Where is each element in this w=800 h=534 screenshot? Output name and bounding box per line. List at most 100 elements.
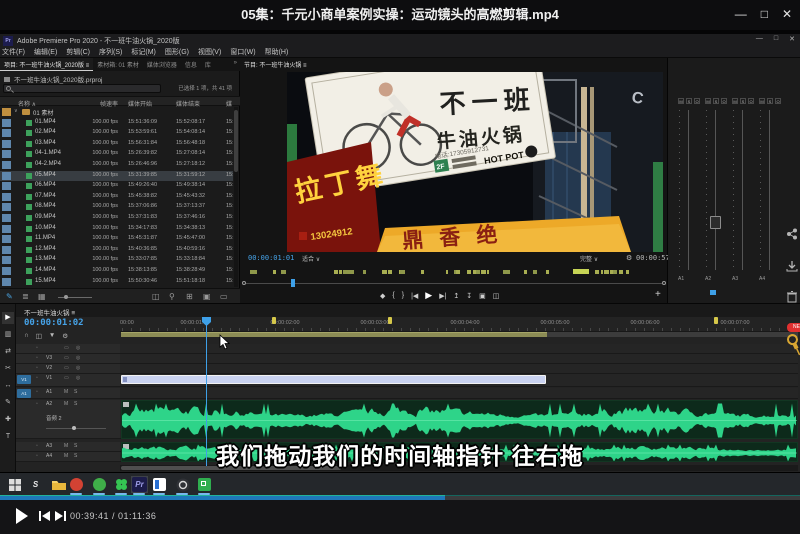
pen-tool[interactable]: ✎: [2, 397, 14, 409]
browser-app[interactable]: [68, 476, 85, 493]
menu-item[interactable]: 序列(S): [99, 47, 122, 58]
list-item[interactable]: 09.MP4100.00 fps15:37:31:8315:37:46:1615…: [0, 213, 233, 223]
hand-tool[interactable]: ✚: [2, 414, 14, 426]
automate-to-sequence-icon[interactable]: ◫: [152, 291, 160, 302]
strip-O-button[interactable]: O: [694, 98, 700, 104]
track-header[interactable]: ▫V2▭◎: [16, 364, 120, 374]
menu-item[interactable]: 帮助(H): [265, 47, 289, 58]
track-header[interactable]: ▫A2MS音频 2: [16, 400, 120, 439]
project-file-row[interactable]: 不一班牛油火锅_2020版.prproj: [4, 74, 103, 84]
strip-S-button[interactable]: S: [740, 98, 746, 104]
snap-icon[interactable]: ∩: [24, 332, 29, 340]
program-monitor-tab[interactable]: 节目: 不一班牛油火锅 ≡: [244, 60, 307, 69]
target-icon[interactable]: ▭: [64, 375, 69, 381]
lock-icon[interactable]: ▫: [36, 375, 38, 381]
program-playhead[interactable]: [291, 279, 295, 287]
strip-S-button[interactable]: S: [767, 98, 773, 104]
sequence-marker[interactable]: [714, 317, 718, 324]
list-view-icon[interactable]: ≣: [22, 291, 29, 302]
source-patch-V1[interactable]: V1: [17, 375, 31, 384]
list-item[interactable]: 08.MP4100.00 fps15:37:06:8615:37:13:3715…: [0, 202, 233, 212]
list-item[interactable]: ∨01 素材: [0, 107, 233, 117]
fader-track[interactable]: [688, 110, 689, 270]
scrub-right-handle[interactable]: [662, 281, 666, 285]
scrub-left-handle[interactable]: [242, 281, 246, 285]
strip-O-button[interactable]: O: [775, 98, 781, 104]
eye-icon[interactable]: ◎: [76, 365, 80, 371]
project-tab[interactable]: 媒体浏览器: [143, 58, 181, 71]
timeline-sequence-tab[interactable]: 不一班牛油火锅 ≡: [24, 307, 75, 317]
strip-S-button[interactable]: S: [686, 98, 692, 104]
player-minimize-button[interactable]: —: [735, 7, 747, 21]
button-editor-plus[interactable]: +: [655, 289, 661, 300]
find-icon[interactable]: ⚲: [169, 291, 175, 302]
project-tab[interactable]: 库: [201, 58, 215, 71]
add-marker-button[interactable]: ◆: [380, 292, 385, 300]
timeline-settings-icon[interactable]: ⚙: [62, 332, 68, 340]
project-clip-list[interactable]: ∨01 素材01.MP4100.00 fps15:51:36:0915:52:0…: [0, 107, 233, 287]
next-button[interactable]: [54, 510, 67, 522]
play-button[interactable]: [15, 507, 29, 525]
project-search-input[interactable]: [3, 84, 161, 93]
premiere-minimize-button[interactable]: —: [756, 35, 763, 43]
step-back-button[interactable]: |◀: [411, 292, 418, 300]
timeline-ruler[interactable]: 00:0000:00:01:0000:00:02:0000:00:03:0000…: [120, 317, 798, 332]
work-area-bar[interactable]: [121, 332, 547, 337]
track-select-tool[interactable]: ▥: [2, 329, 14, 341]
mute-button[interactable]: M: [64, 401, 68, 407]
program-scrub-bar[interactable]: [240, 279, 668, 287]
target-icon[interactable]: ▭: [64, 345, 69, 351]
playback-resolution-select[interactable]: 完整 ∨: [580, 254, 598, 263]
share-icon[interactable]: [786, 228, 798, 240]
green-app[interactable]: [91, 476, 108, 493]
download-icon[interactable]: [786, 260, 798, 272]
track-volume-handle[interactable]: [72, 426, 76, 430]
lock-icon[interactable]: ▫: [36, 401, 38, 407]
target-icon[interactable]: ▭: [64, 365, 69, 371]
play-button[interactable]: ▶: [425, 290, 432, 301]
fader-track[interactable]: [715, 110, 716, 270]
list-item[interactable]: 14.MP4100.00 fps15:38:13:8515:38:28:4915…: [0, 266, 233, 276]
track-header[interactable]: ▫ ▭ ◎: [16, 344, 120, 354]
eye-icon[interactable]: ◎: [76, 345, 80, 351]
panel-menu-icon[interactable]: ≡: [71, 310, 75, 317]
strip-M-button[interactable]: M: [759, 98, 765, 104]
project-tab[interactable]: 素材箱: 01 素材: [93, 58, 143, 71]
export-frame-button[interactable]: ▣: [479, 292, 486, 300]
project-writable-icon[interactable]: ✎: [6, 291, 13, 302]
ripple-edit-tool[interactable]: ⇄: [2, 346, 14, 358]
list-item[interactable]: 15.MP4100.00 fps15:50:30:4615:51:18:1815…: [0, 277, 233, 287]
premiere-close-button[interactable]: ✕: [789, 35, 795, 43]
bin-expander-icon[interactable]: ∨: [14, 108, 18, 114]
icon-view-icon[interactable]: ▦: [38, 291, 46, 302]
sequence-marker[interactable]: [272, 317, 276, 324]
list-item[interactable]: 10.MP4100.00 fps15:34:17:8315:34:38:1315…: [0, 224, 233, 234]
fader-knob[interactable]: [710, 216, 721, 229]
zoom-level-select[interactable]: 适合 ∨: [302, 254, 320, 263]
trash-icon[interactable]: [786, 290, 798, 303]
strip-M-button[interactable]: M: [678, 98, 684, 104]
tab-overflow-icon[interactable]: »: [231, 58, 240, 71]
linked-selection-icon[interactable]: ◫: [36, 332, 42, 340]
player-maximize-button[interactable]: □: [761, 7, 768, 21]
media-app[interactable]: [151, 476, 168, 493]
project-scrollbar[interactable]: [234, 107, 238, 287]
premiere-app[interactable]: Pr: [131, 476, 148, 493]
settings-wrench-icon[interactable]: ⚙: [626, 254, 632, 262]
recorder-app[interactable]: [196, 476, 213, 493]
compare-view-button[interactable]: ◫: [493, 292, 500, 300]
lock-icon[interactable]: ▫: [36, 345, 38, 351]
source-patch-A1[interactable]: A1: [17, 389, 31, 398]
list-item[interactable]: 12.MP4100.00 fps15:40:36:8515:40:59:1615…: [0, 245, 233, 255]
target-icon[interactable]: ▭: [64, 355, 69, 361]
menu-item[interactable]: 窗口(W): [230, 47, 255, 58]
step-forward-button[interactable]: ▶|: [439, 292, 446, 300]
mute-button[interactable]: M: [64, 389, 68, 395]
list-item[interactable]: 06.MP4100.00 fps15:49:26:4015:49:38:1415…: [0, 181, 233, 191]
project-column-headers[interactable]: 名称 ∧帧速率媒体开始媒体结束媒: [0, 96, 240, 106]
track-volume-slider[interactable]: [46, 428, 106, 429]
obs-app[interactable]: [174, 476, 191, 493]
list-item[interactable]: 13.MP4100.00 fps15:33:07:8515:33:18:8415…: [0, 255, 233, 265]
solo-button[interactable]: S: [74, 389, 77, 395]
track-header[interactable]: A1▫A1MS: [16, 388, 120, 399]
